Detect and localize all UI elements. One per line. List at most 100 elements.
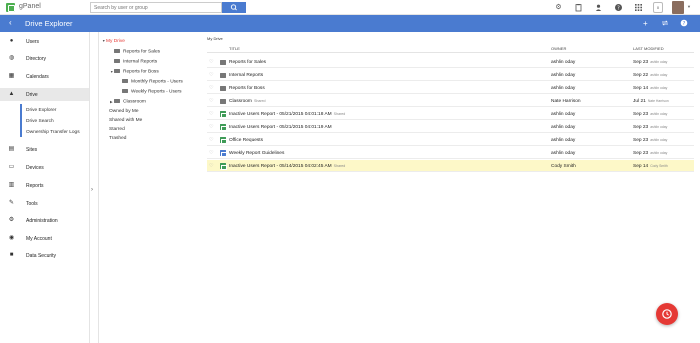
file-title[interactable]: Internal Reports — [229, 73, 265, 78]
transfer-icon[interactable] — [661, 19, 669, 29]
sidebar-item-tools[interactable]: ✎ Tools — [0, 197, 89, 210]
sidebar-item-my-account[interactable]: ◉ My Account — [0, 232, 89, 245]
tree-folder[interactable]: Weekly Reports - Users — [122, 89, 182, 95]
modified-date: Sep 22 — [633, 72, 649, 78]
sidebar-item-directory[interactable]: ◍ Directory — [0, 52, 89, 65]
clipboard-icon[interactable] — [574, 3, 583, 12]
file-title[interactable]: Inactive Users Report - 05/21/2015 04:01… — [229, 125, 334, 130]
sidebar-subitem-drive-explorer[interactable]: Drive Explorer — [26, 108, 56, 113]
folder-icon — [220, 86, 226, 91]
table-row[interactable]: ♡ Internal Reports ashlin oday Sep 22 ash… — [207, 69, 694, 81]
account-icon: ◉ — [8, 235, 15, 241]
table-row[interactable]: ♡ Reports for Sales ashlin oday Sep 23 as… — [207, 56, 694, 68]
file-modified: Sep 14 Cody Smith — [633, 164, 668, 169]
table-row[interactable]: ♡ Reports for Boss ashlin oday Sep 14 ash… — [207, 82, 694, 94]
file-title[interactable]: Office Requests — [229, 138, 265, 143]
sidebar-item-devices[interactable]: ▭ Devices — [0, 161, 89, 174]
back-arrow-icon[interactable]: ‹ — [9, 18, 12, 28]
search-box[interactable] — [90, 2, 222, 13]
sidebar-item-administration[interactable]: ⚙ Administration — [0, 214, 89, 227]
search-icon — [230, 4, 237, 11]
tree-folder[interactable]: Reports for Sales — [114, 49, 160, 55]
shared-folder-icon — [220, 99, 226, 104]
avatar[interactable] — [672, 1, 684, 14]
table-row[interactable]: ♡ Inactive Users Report - 05/21/2015 04:… — [207, 108, 694, 120]
star-icon[interactable]: ♡ — [209, 137, 213, 143]
tree-my-drive[interactable]: ▼My Drive — [102, 39, 125, 44]
gear-icon[interactable]: ⚙ — [554, 3, 563, 12]
tree-folder[interactable]: ▼ Reports for Boss — [110, 69, 159, 75]
tree-item-label: Internal Reports — [123, 59, 158, 65]
star-icon[interactable]: ♡ — [209, 98, 213, 104]
file-title-text: Inactive Users Report - 05/14/2015 04:02… — [229, 163, 332, 169]
table-row[interactable]: ♡ Classroom Shared Nate Harrison Jul 21 Na… — [207, 95, 694, 107]
tree-filter-starred[interactable]: Starred — [109, 127, 125, 132]
tree-filter-owned-by-me[interactable]: Owned by Me — [109, 109, 139, 114]
sidebar-item-drive[interactable]: ▲ Drive — [0, 88, 89, 101]
spreadsheet-icon — [220, 124, 227, 131]
apps-grid-icon[interactable] — [634, 3, 643, 12]
file-title[interactable]: Inactive Users Report - 05/14/2015 04:02… — [229, 164, 345, 169]
table-row[interactable]: ♡ Office Requests ashlin oday Sep 23 ashl… — [207, 134, 694, 146]
star-icon[interactable]: ♡ — [209, 59, 213, 65]
sidebar-collapse-toggle[interactable]: › — [90, 32, 99, 343]
folder-icon — [122, 89, 128, 93]
notification-badge[interactable]: 0 — [653, 2, 663, 13]
star-icon[interactable]: ♡ — [209, 150, 213, 156]
breadcrumb[interactable]: My Drive — [207, 36, 223, 41]
file-title[interactable]: Reports for Sales — [229, 60, 268, 65]
sidebar-item-data-security[interactable]: ■ Data Security — [0, 249, 89, 262]
gear-icon: ⚙ — [8, 217, 15, 223]
column-header-owner[interactable]: OWNER — [551, 46, 566, 51]
folder-icon — [114, 59, 120, 63]
sidebar-item-sites[interactable]: ▤ Sites — [0, 143, 89, 156]
sidebar-item-reports[interactable]: ▥ Reports — [0, 179, 89, 192]
tree-filter-trashed[interactable]: Trashed — [109, 136, 126, 141]
file-title[interactable]: Inactive Users Report - 05/21/2015 04:01… — [229, 112, 345, 117]
floating-action-button[interactable] — [656, 303, 678, 325]
table-row[interactable]: ♡ Weekly Report Guidelines ashlin oday S… — [207, 147, 694, 159]
file-title-text: Inactive Users Report - 05/21/2015 04:01… — [229, 124, 332, 130]
chevron-down-icon[interactable]: ▼ — [687, 4, 691, 9]
tree-folder[interactable]: ▶ Classroom — [110, 99, 146, 105]
folder-icon — [220, 60, 226, 65]
search-input[interactable] — [91, 3, 221, 12]
table-row[interactable]: ♡ Inactive Users Report - 05/21/2015 04:… — [207, 121, 694, 133]
account-icon[interactable] — [594, 3, 603, 12]
file-title[interactable]: Classroom Shared — [229, 99, 266, 104]
file-owner: ashlin oday — [551, 59, 576, 65]
modified-by: ashlin oday — [650, 59, 668, 64]
column-header-title[interactable]: TITLE — [229, 46, 240, 51]
help-icon[interactable]: ? — [680, 19, 688, 29]
sidebar-subitem-drive-search[interactable]: Drive Search — [26, 119, 54, 124]
shared-label: Shared — [333, 163, 346, 168]
file-title[interactable]: Reports for Boss — [229, 86, 267, 91]
spreadsheet-icon — [220, 163, 227, 170]
file-modified: Sep 23 ashlin oday — [633, 112, 667, 117]
column-header-last-modified[interactable]: LAST MODIFIED — [633, 46, 664, 51]
search-button[interactable] — [222, 2, 246, 13]
star-icon[interactable]: ♡ — [209, 85, 213, 91]
sidebar-item-calendars[interactable]: ▦ Calendars — [0, 70, 89, 83]
star-icon[interactable]: ♡ — [209, 72, 213, 78]
sidebar-item-users[interactable]: ● Users — [0, 35, 89, 48]
sidebar-item-label: Calendars — [26, 74, 49, 80]
help-icon[interactable]: ? — [614, 3, 623, 12]
modified-date: Sep 14 — [633, 85, 649, 91]
file-title[interactable]: Weekly Report Guidelines — [229, 151, 286, 156]
tree-filter-shared-with-me[interactable]: Shared with Me — [109, 118, 142, 123]
star-icon[interactable]: ♡ — [209, 163, 213, 169]
sidebar-item-label: Devices — [26, 165, 44, 171]
star-icon[interactable]: ♡ — [209, 111, 213, 117]
sidebar-subitem-ownership-transfer-logs[interactable]: Ownership Transfer Logs — [26, 130, 80, 135]
table-header: TITLE OWNER LAST MODIFIED — [207, 44, 694, 53]
tree-folder[interactable]: Monthly Reports - Users — [122, 79, 183, 85]
star-icon[interactable]: ♡ — [209, 124, 213, 130]
tree-item-label: Classroom — [123, 99, 146, 105]
sidebar-item-label: Administration — [26, 218, 58, 224]
tree-folder[interactable]: Internal Reports — [114, 59, 157, 65]
file-title-text: Internal Reports — [229, 72, 264, 78]
add-icon[interactable]: + — [643, 19, 648, 28]
file-title-text: Reports for Sales — [229, 59, 267, 65]
table-row-selected[interactable]: ♡ Inactive Users Report - 05/14/2015 04:… — [207, 160, 694, 172]
